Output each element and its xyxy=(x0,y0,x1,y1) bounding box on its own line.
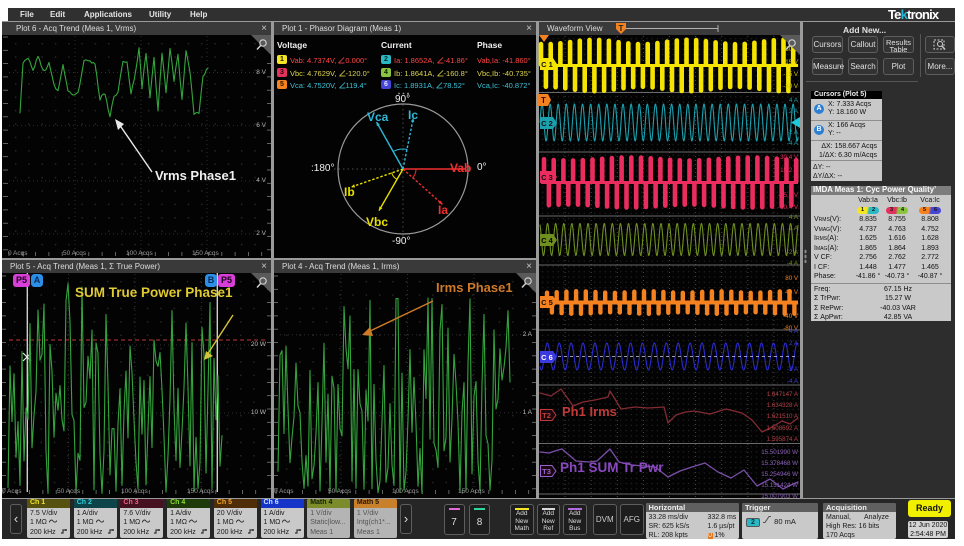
svg-text:T3: T3 xyxy=(542,467,551,476)
svg-text:C 6: C 6 xyxy=(541,353,553,362)
svg-text:C 2: C 2 xyxy=(541,119,553,128)
svg-text:C 1: C 1 xyxy=(541,60,553,69)
svg-text:T: T xyxy=(541,96,546,105)
svg-text:C 4: C 4 xyxy=(541,236,554,245)
svg-text:C 3: C 3 xyxy=(541,173,553,182)
svg-text:T2: T2 xyxy=(542,411,551,420)
svg-text:C 5: C 5 xyxy=(541,298,553,307)
